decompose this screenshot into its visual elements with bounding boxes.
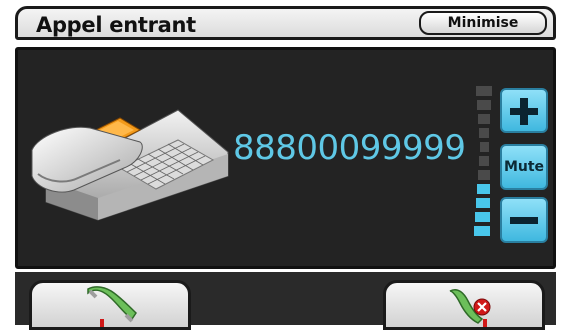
volume-bar bbox=[478, 114, 490, 124]
volume-bar-active bbox=[476, 198, 490, 208]
answer-phone-icon bbox=[87, 286, 137, 323]
volume-up-button[interactable] bbox=[500, 88, 548, 133]
answer-call-button[interactable] bbox=[29, 280, 191, 330]
volume-bar-active bbox=[477, 184, 490, 194]
minimise-button[interactable]: Minimise bbox=[419, 11, 547, 35]
caller-number: 88800099999 bbox=[233, 128, 466, 168]
volume-bar bbox=[476, 86, 492, 96]
app-window: Appel entrant Minimise 88800099999 Mute bbox=[0, 0, 561, 330]
volume-bar-active bbox=[475, 212, 490, 222]
call-actions-bar bbox=[15, 272, 556, 330]
volume-bar bbox=[478, 170, 490, 180]
volume-bar bbox=[480, 142, 489, 152]
title-bar: Appel entrant Minimise bbox=[15, 6, 556, 40]
volume-bar bbox=[479, 156, 489, 166]
reject-phone-icon bbox=[449, 289, 491, 324]
volume-down-button[interactable] bbox=[500, 197, 548, 243]
desk-phone-icon bbox=[31, 109, 229, 221]
incoming-call-panel: 88800099999 Mute bbox=[15, 47, 556, 269]
reject-call-button[interactable] bbox=[383, 280, 545, 330]
answer-marker bbox=[100, 319, 104, 327]
page-title: Appel entrant bbox=[36, 13, 196, 37]
reject-marker bbox=[483, 319, 487, 327]
volume-bar bbox=[479, 128, 489, 138]
mute-button[interactable]: Mute bbox=[500, 144, 548, 190]
volume-bar bbox=[477, 100, 491, 110]
volume-bar-active bbox=[474, 226, 490, 236]
